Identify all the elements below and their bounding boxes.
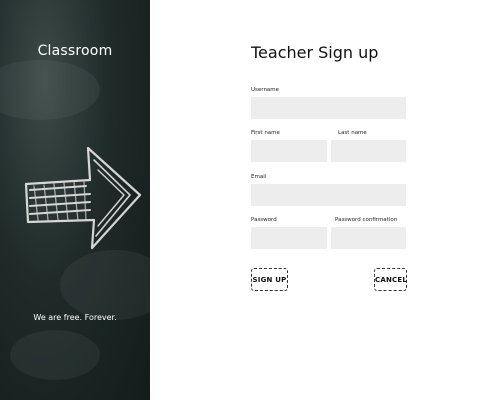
tagline: We are free. Forever.: [33, 313, 117, 322]
password-input[interactable]: [251, 227, 327, 249]
last-name-label: Last name: [338, 130, 367, 136]
password-confirmation-input[interactable]: [331, 227, 406, 249]
last-name-input[interactable]: [331, 140, 406, 162]
email-label: Email: [251, 174, 267, 180]
chalk-smudge: [0, 60, 100, 120]
sign-up-button[interactable]: SIGN UP: [251, 268, 288, 291]
first-name-label: First name: [251, 130, 280, 136]
chalk-smudge: [60, 250, 150, 320]
page-title: Teacher Sign up: [251, 43, 379, 62]
username-input[interactable]: [251, 97, 406, 119]
chalk-arrow-icon: [24, 146, 142, 250]
chalkboard-panel: Classroom We are free. Forever.: [0, 0, 150, 400]
first-name-input[interactable]: [251, 140, 327, 162]
username-label: Username: [251, 87, 280, 93]
password-confirmation-label: Password confirmation: [335, 217, 398, 223]
brand-title: Classroom: [37, 43, 113, 59]
email-input[interactable]: [251, 184, 406, 206]
chalk-smudge: [10, 330, 100, 380]
cancel-button[interactable]: CANCEL: [374, 268, 407, 291]
password-label: Password: [251, 217, 277, 223]
